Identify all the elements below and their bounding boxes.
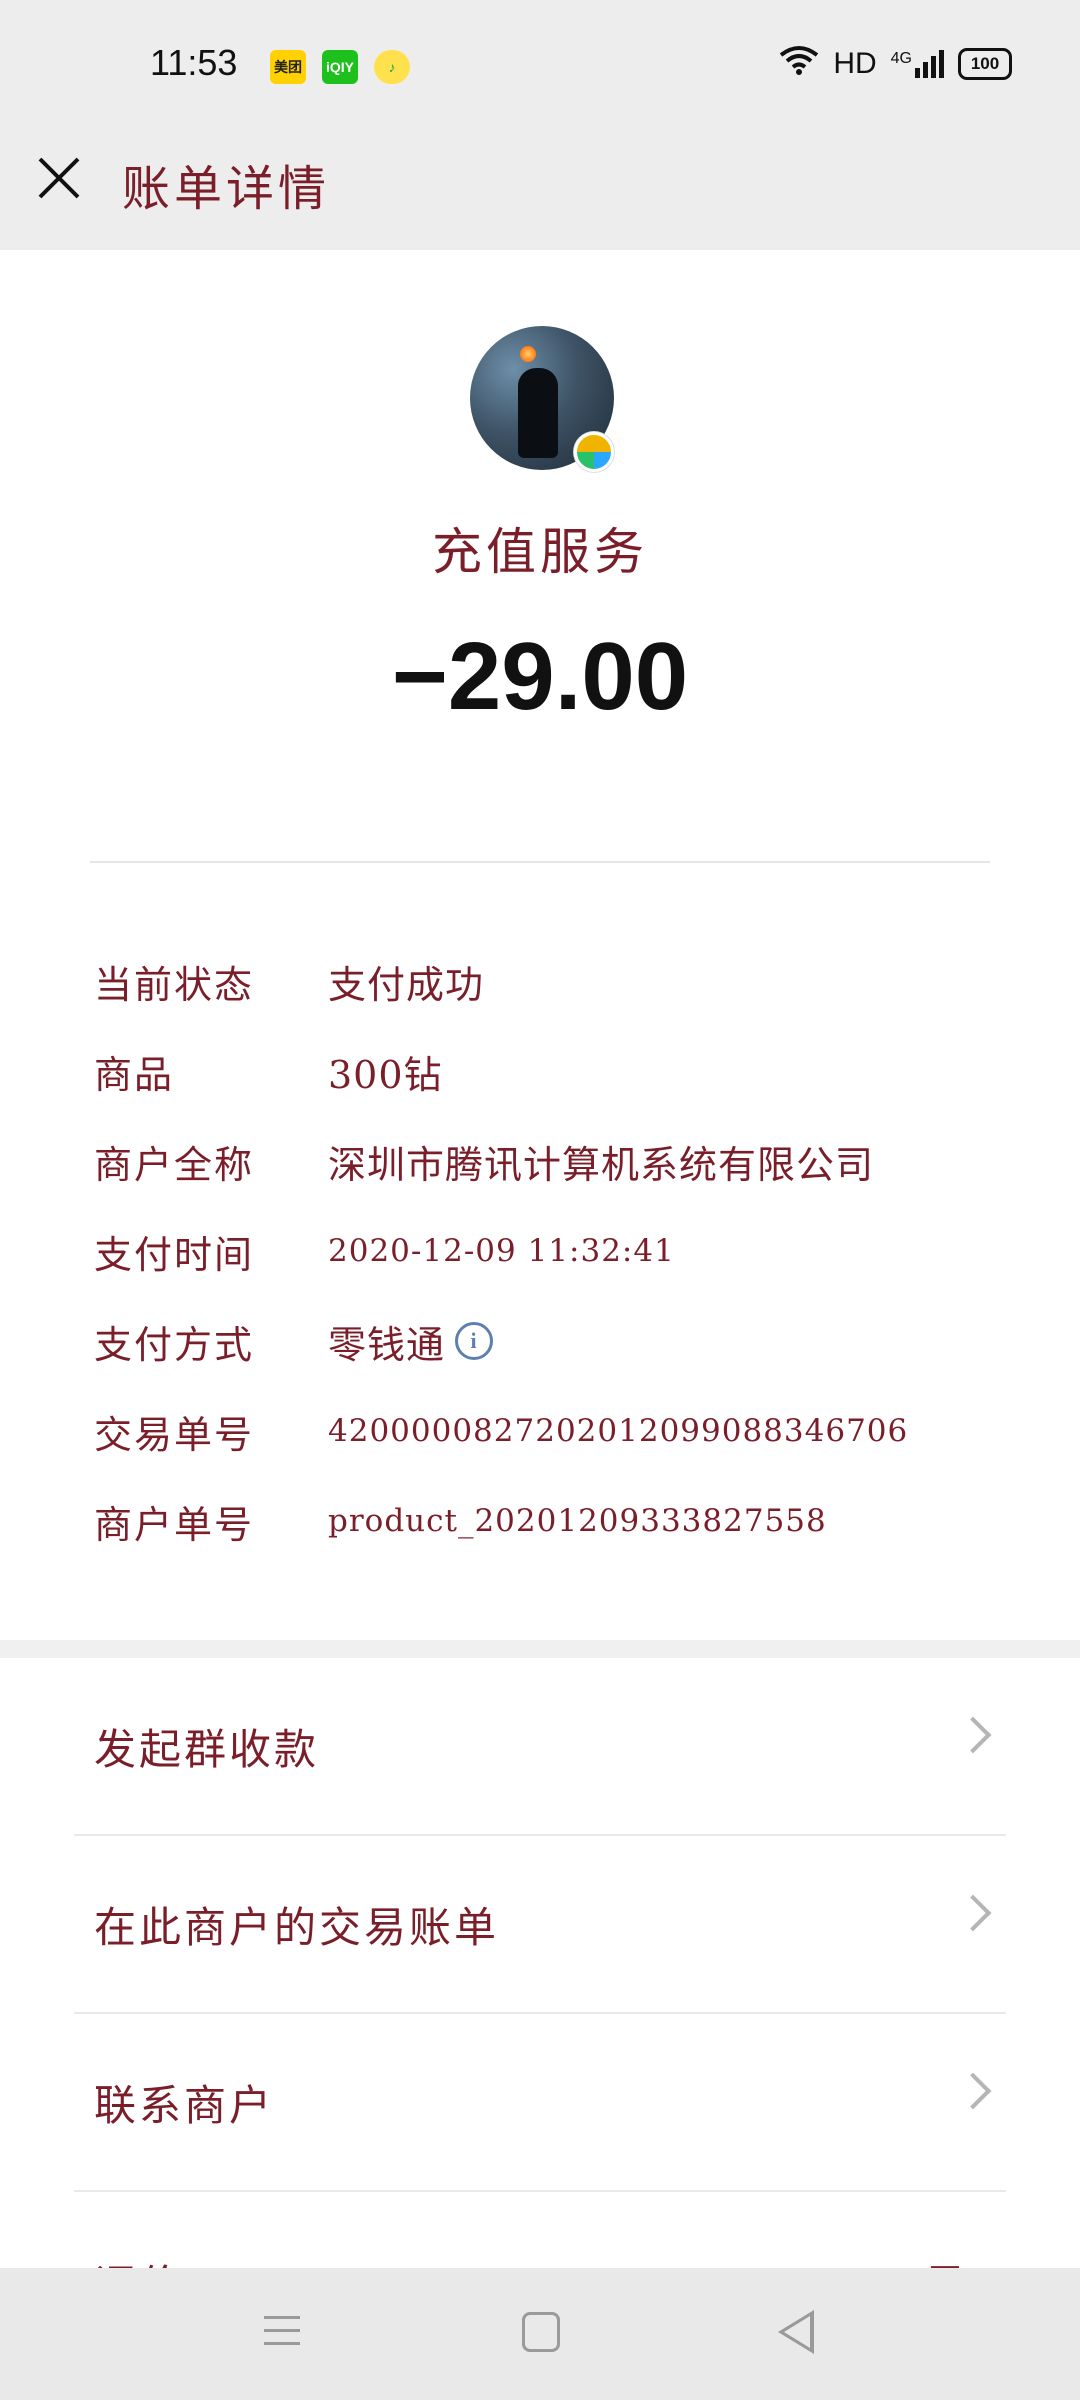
details-list: 当前状态 支付成功 商品 300钻 商户全称 深圳市腾讯计算机系统有限公司 支付…: [94, 936, 994, 1566]
detail-value: 支付成功: [328, 962, 485, 1007]
chevron-right-icon: [954, 1894, 992, 1932]
partial-action-row[interactable]: 评价 是: [74, 2190, 1006, 2270]
action-label: 在此商户的交易账单: [94, 1902, 500, 1952]
music-icon: ♪: [374, 50, 410, 84]
section-gap: [0, 1640, 1080, 1658]
transaction-amount: −29.00: [391, 623, 689, 730]
contact-merchant-row[interactable]: 联系商户: [74, 2014, 1006, 2192]
detail-row-product: 商品 300钻: [94, 1026, 994, 1116]
wifi-icon: [779, 45, 819, 83]
torch-icon: [520, 346, 536, 362]
action-label: 联系商户: [94, 2080, 275, 2130]
system-nav-bar: [0, 2268, 1080, 2400]
detail-label: 商户全称: [94, 1142, 255, 1187]
top-area: 11:53 美团 iQIY ♪ HD 4G 100 账单详情: [0, 0, 1080, 250]
detail-row-merchant-fullname: 商户全称 深圳市腾讯计算机系统有限公司: [94, 1116, 994, 1206]
meituan-icon: 美团: [270, 50, 306, 84]
mini-program-badge-icon: [574, 432, 614, 472]
network-label: HD: [833, 47, 877, 80]
action-list: 发起群收款 在此商户的交易账单 联系商户: [74, 1658, 1006, 2192]
signal-icon: 4G: [891, 50, 944, 78]
detail-row-status: 当前状态 支付成功: [94, 936, 994, 1026]
merchant-name: 充值服务: [432, 523, 648, 581]
detail-row-pay-method: 支付方式 零钱通 i: [94, 1296, 994, 1386]
status-time: 11:53: [150, 42, 238, 83]
detail-value: 深圳市腾讯计算机系统有限公司: [328, 1142, 875, 1187]
detail-value: 4200000827202012099088346706: [328, 1413, 909, 1449]
detail-label: 商户单号: [94, 1502, 255, 1547]
divider: [90, 861, 990, 863]
back-icon[interactable]: [778, 2310, 814, 2354]
detail-value: 2020-12-09 11:32:41: [328, 1233, 675, 1269]
pay-method-value: 零钱通: [328, 1322, 446, 1367]
merchant-bills-row[interactable]: 在此商户的交易账单: [74, 1836, 1006, 2014]
info-icon[interactable]: i: [455, 1322, 494, 1360]
detail-row-merchant-order: 商户单号 product_20201209333827558: [94, 1476, 994, 1566]
detail-value-wrap: 零钱通 i: [328, 1314, 494, 1369]
detail-label: 交易单号: [94, 1412, 255, 1457]
figure-silhouette: [518, 368, 558, 458]
detail-label: 当前状态: [94, 962, 255, 1007]
detail-label: 商品: [94, 1052, 175, 1097]
close-icon[interactable]: [36, 155, 82, 201]
home-icon[interactable]: [522, 2312, 560, 2352]
status-indicators: HD 4G 100: [779, 44, 1012, 84]
detail-value: 300钻: [328, 1052, 443, 1097]
detail-label: 支付时间: [94, 1232, 255, 1277]
detail-row-pay-time: 支付时间 2020-12-09 11:32:41: [94, 1206, 994, 1296]
menu-icon[interactable]: [264, 2316, 300, 2346]
detail-row-transaction-id: 交易单号 4200000827202012099088346706: [94, 1386, 994, 1476]
battery-icon: 100: [958, 48, 1012, 80]
header-bar: 账单详情: [0, 135, 1080, 250]
signal-label: 4G: [890, 50, 912, 67]
page-title: 账单详情: [122, 161, 331, 217]
status-bar: 11:53 美团 iQIY ♪ HD 4G 100: [0, 0, 1080, 135]
chevron-right-icon: [954, 1716, 992, 1754]
iqiyi-icon: iQIY: [322, 50, 358, 84]
detail-label: 支付方式: [94, 1322, 255, 1367]
action-label: 发起群收款: [94, 1724, 320, 1774]
group-collect-row[interactable]: 发起群收款: [74, 1658, 1006, 1836]
detail-value: product_20201209333827558: [328, 1503, 827, 1539]
chevron-right-icon: [954, 2072, 992, 2110]
